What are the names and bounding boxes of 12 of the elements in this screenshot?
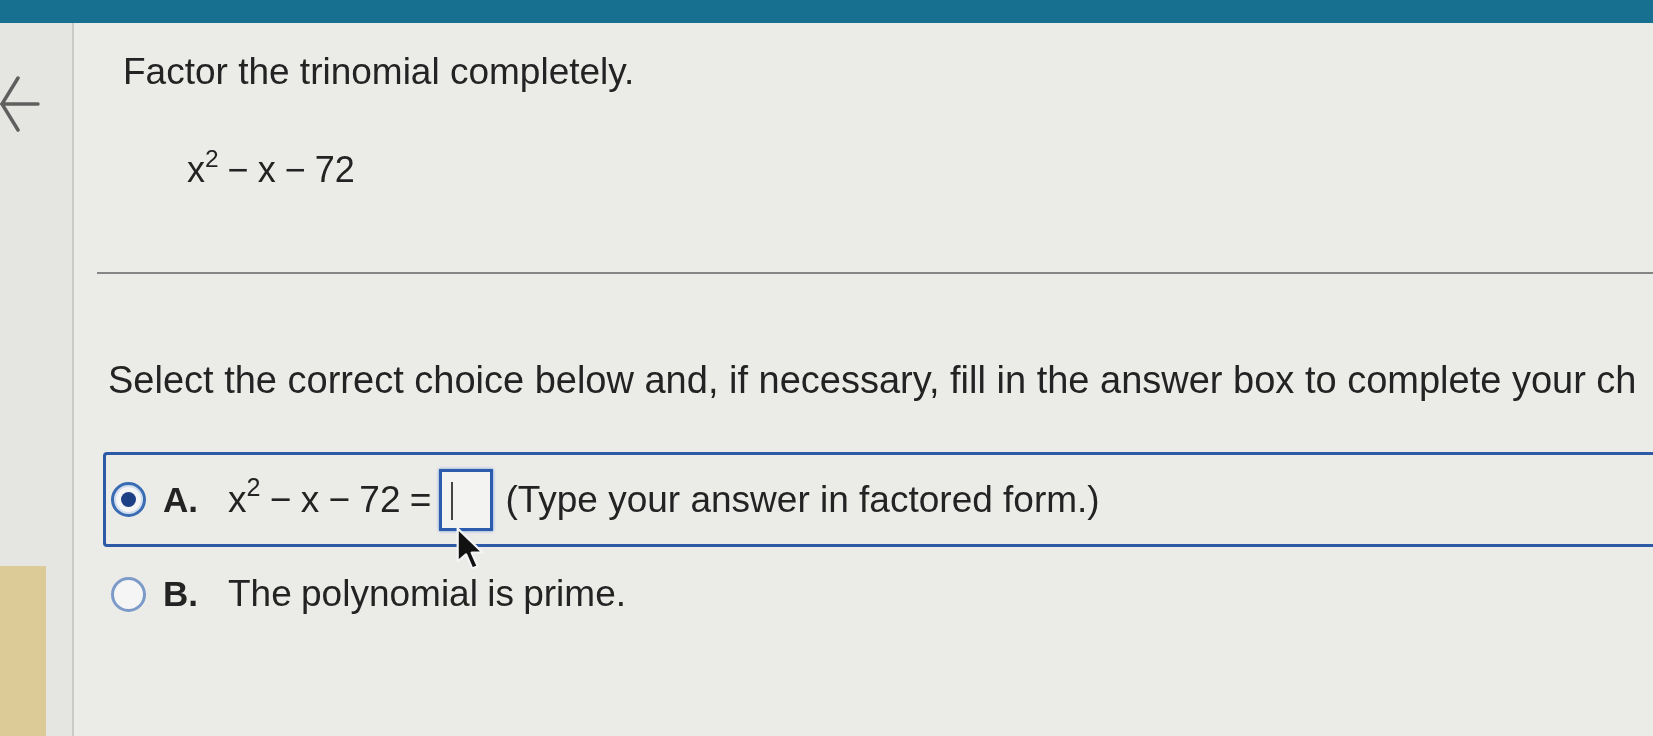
hint-text: (Type your answer in factored form.): [505, 478, 1100, 521]
choice-text: The polynomial is prime.: [228, 573, 626, 615]
polynomial-expression: x$^{2}$ − x − 72: [187, 148, 355, 191]
answer-box[interactable]: [439, 468, 494, 531]
radio-button[interactable]: [111, 482, 146, 517]
radio-button[interactable]: [111, 576, 146, 612]
instruction-text: Select the correct choice below and, if necessary, fill in the answer box to complete your ch: [108, 358, 1637, 402]
mouse-pointer-icon: [456, 526, 486, 571]
choice-letter: B.: [163, 574, 199, 614]
choice-letter: A.: [163, 479, 199, 520]
question-prompt: Factor the trinomial completely.: [123, 50, 635, 94]
equation-text: x$^{2}$ − x − 72 =: [228, 478, 432, 521]
